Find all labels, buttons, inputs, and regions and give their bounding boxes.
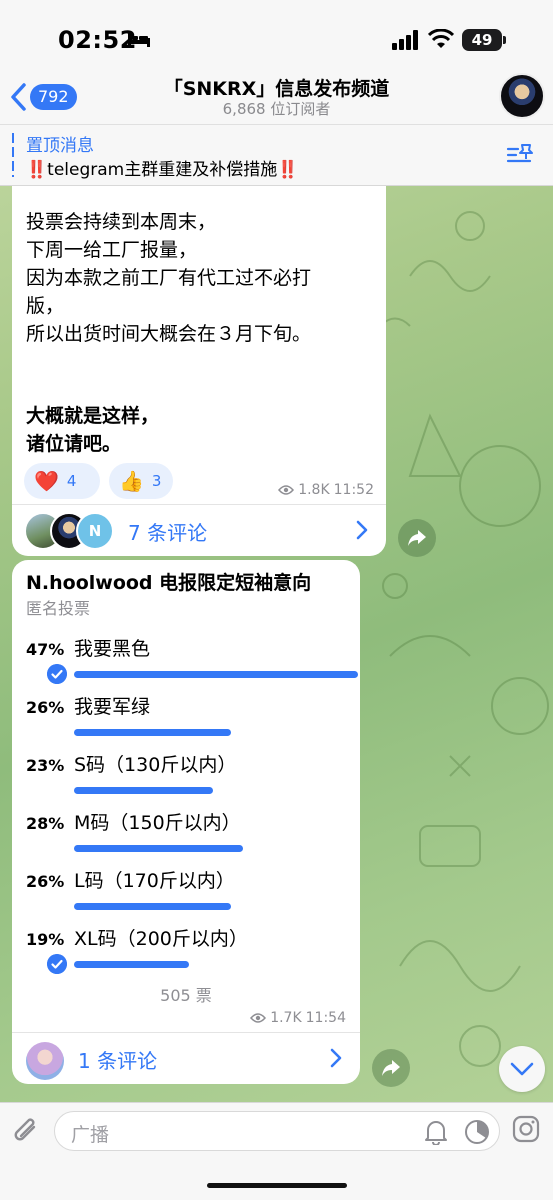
check-icon (47, 664, 67, 684)
poll-option-percent: 26% (26, 872, 65, 891)
message-bold-text: 大概就是这样， 诸位请吧。 (26, 402, 159, 458)
message-line: 大概就是这样， (26, 405, 160, 427)
poll-option-label: M码（150斤以内） (74, 812, 241, 834)
wifi-icon (428, 29, 454, 48)
poll-meta: 1.7K 11:54 (250, 1010, 346, 1026)
comments-button[interactable]: N 7 条评论 (12, 506, 386, 556)
reaction-count: 3 (151, 472, 162, 490)
message-time: 11:54 (305, 1010, 346, 1026)
poll-option-percent: 19% (26, 930, 65, 949)
share-button[interactable] (398, 519, 436, 557)
comments-divider (12, 1032, 360, 1033)
message-time: 11:52 (333, 482, 374, 498)
status-time: 02:52 (58, 26, 137, 54)
thumbs-up-icon: 👍 (119, 469, 144, 493)
comments-button[interactable]: 1 条评论 (12, 1034, 360, 1084)
message-line: 所以出货时间大概会在３月下旬。 (26, 323, 312, 345)
poll-option-bar (74, 729, 231, 736)
views-eye-icon (250, 1013, 267, 1023)
views-eye-icon (278, 485, 295, 495)
poll-title: N.hoolwood 电报限定短袖意向 (26, 572, 312, 594)
poll-option[interactable]: 19% XL码（200斤以内） (12, 928, 360, 986)
poll-option-percent: 47% (26, 640, 65, 659)
comments-divider (12, 504, 386, 505)
commenter-avatars: N (24, 512, 134, 550)
camera-icon[interactable] (512, 1115, 540, 1143)
message-line: 投票会持续到本周末， (26, 211, 217, 233)
message-line: 因为本款之前工厂有代工过不必打 (26, 267, 312, 289)
channel-title[interactable]: 「SNKRX」信息发布频道 (0, 74, 553, 101)
poll-option-percent: 28% (26, 814, 65, 833)
comments-label: 7 条评论 (128, 521, 208, 545)
pinned-emoji-left: ‼️ (26, 160, 48, 180)
battery-tip (503, 36, 506, 44)
reaction-thumbs-up[interactable]: 👍 3 (109, 463, 173, 499)
poll-option-bar (74, 903, 231, 910)
message-input-bar: 广播 (0, 1102, 553, 1200)
share-button[interactable] (372, 1049, 410, 1087)
poll-option-label: S码（130斤以内） (74, 754, 237, 776)
channel-avatar[interactable] (499, 73, 545, 119)
pinned-emoji-right: ‼️ (277, 160, 299, 180)
view-count: 1.8K (298, 482, 330, 498)
chevron-right-icon (330, 1048, 342, 1068)
message-bubble[interactable]: 投票会持续到本周末， 下周一给工厂报量， 因为本款之前工厂有代工过不必打 版， … (12, 186, 386, 556)
pinned-message-bar[interactable]: 置顶消息 ‼️telegram主群重建及补偿措施‼️ (0, 124, 553, 186)
pinned-label: 置顶消息 (26, 136, 94, 156)
pinned-indicator-line (12, 133, 14, 177)
chat-header: 792 「SNKRX」信息发布频道 6,868 位订阅者 (0, 72, 553, 124)
message-line: 下周一给工厂报量， (26, 239, 198, 261)
check-icon (47, 954, 67, 974)
poll-type: 匿名投票 (26, 599, 91, 618)
commenter-avatar: N (76, 512, 114, 550)
message-text: 投票会持续到本周末， 下周一给工厂报量， 因为本款之前工厂有代工过不必打 版， … (26, 208, 376, 348)
share-arrow-icon (408, 530, 426, 546)
poll-option-percent: 26% (26, 698, 65, 717)
poll-option[interactable]: 47% 我要黑色 (12, 638, 360, 696)
poll-option-label: L码（170斤以内） (74, 870, 235, 892)
view-count: 1.7K (270, 1010, 302, 1026)
poll-option-bar (74, 961, 189, 968)
pinned-text: ‼️telegram主群重建及补偿措施‼️ (26, 155, 298, 180)
message-line: 版， (26, 295, 65, 317)
input-placeholder: 广播 (71, 1124, 110, 1146)
poll-option[interactable]: 28% M码（150斤以内） (12, 812, 360, 870)
comments-label: 1 条评论 (78, 1049, 158, 1073)
message-line: 诸位请吧。 (26, 433, 122, 455)
heart-icon: ❤️ (34, 469, 59, 493)
poll-option[interactable]: 23% S码（130斤以内） (12, 754, 360, 812)
poll-bubble: N.hoolwood 电报限定短袖意向 匿名投票 47% 我要黑色 26% 我要军绿 2… (12, 560, 360, 1084)
battery-indicator: 49 (462, 29, 502, 51)
poll-option-percent: 23% (26, 756, 65, 775)
bell-icon[interactable] (424, 1119, 448, 1145)
chevron-right-icon (356, 520, 368, 540)
attachment-icon[interactable] (12, 1115, 42, 1147)
cellular-signal-icon (392, 30, 418, 50)
reaction-heart[interactable]: ❤️ 4 (24, 463, 100, 499)
share-arrow-icon (382, 1060, 400, 1076)
poll-vote-count: 505 票 (160, 986, 212, 1005)
reaction-count: 4 (66, 472, 77, 490)
poll-option-label: XL码（200斤以内） (74, 928, 248, 950)
commenter-avatar (26, 1042, 64, 1080)
poll-option-label: 我要军绿 (74, 696, 151, 718)
poll-option[interactable]: 26% L码（170斤以内） (12, 870, 360, 928)
poll-option-bar (74, 671, 358, 678)
pinned-text-body: telegram主群重建及补偿措施 (47, 160, 278, 180)
poll-option-bar (74, 845, 243, 852)
poll-option-bar (74, 787, 213, 794)
poll-option[interactable]: 26% 我要军绿 (12, 696, 360, 754)
message-meta: 1.8K 11:52 (278, 482, 374, 498)
chevron-down-icon (510, 1062, 534, 1076)
status-bar: 02:52 49 (0, 0, 553, 72)
scroll-to-bottom-button[interactable] (499, 1046, 545, 1092)
pinned-list-icon[interactable] (506, 143, 534, 167)
home-indicator (207, 1183, 347, 1188)
subscriber-count: 6,868 位订阅者 (222, 100, 331, 118)
poll-option-label: 我要黑色 (74, 638, 151, 660)
timer-icon[interactable] (464, 1119, 490, 1145)
sleep-focus-icon (128, 33, 150, 47)
